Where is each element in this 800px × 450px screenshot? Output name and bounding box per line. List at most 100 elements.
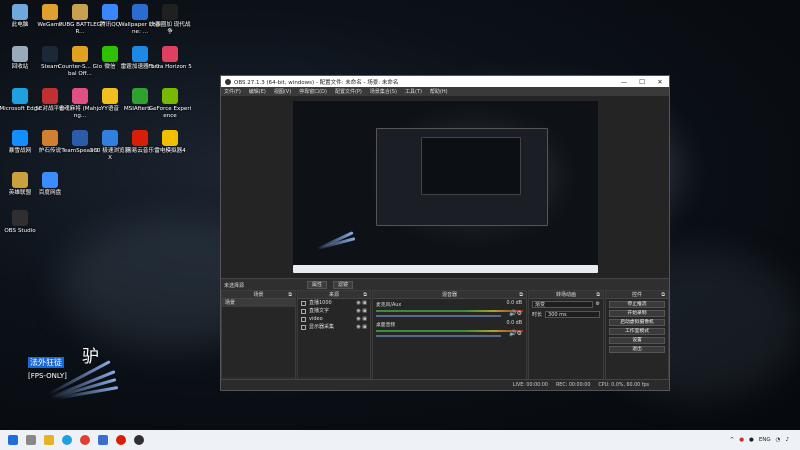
- settings-button[interactable]: 设置: [609, 337, 665, 344]
- mixer-channel: 麦克风/Aux 0.0 dB 🔊⚙: [373, 299, 526, 319]
- desktop-icon[interactable]: 雷电模拟器4: [148, 130, 192, 155]
- volume-slider[interactable]: [376, 315, 501, 317]
- desktop-icon[interactable]: OBS Studio: [0, 210, 42, 235]
- desktop: 此电脑 WeGame PUBG BATTLEGR... 腾讯QQ Wallpaper E…: [0, 0, 800, 430]
- app-icon: [162, 130, 178, 146]
- speaker-gear-icon[interactable]: 🔊⚙: [509, 330, 522, 337]
- desktop-icon-label: Forza Horizon 5: [148, 64, 192, 70]
- source-item[interactable]: 显示器采集 ◉ ▣: [298, 323, 370, 331]
- nested-taskbar: [293, 265, 598, 273]
- volume-slider[interactable]: [376, 335, 501, 337]
- tray-app-icon[interactable]: ●: [749, 437, 754, 443]
- visibility-lock-icon[interactable]: ◉ ▣: [356, 315, 367, 323]
- scene-item-label: 场景: [225, 300, 236, 306]
- network-icon[interactable]: ◔: [776, 437, 781, 443]
- minimize-button[interactable]: —: [615, 78, 633, 86]
- desktop-icon[interactable]: 决赛圈加 现代战争: [148, 4, 192, 35]
- menu-profile[interactable]: 配置文件(P): [335, 88, 362, 95]
- dock-float-icon[interactable]: ⧉: [288, 291, 292, 299]
- duration-label: 时长: [532, 311, 543, 318]
- preview-area[interactable]: [221, 96, 669, 278]
- taskbar: ^ ● ● ENG ◔ ♪: [0, 430, 800, 450]
- mail-icon[interactable]: [98, 435, 108, 445]
- menu-tools[interactable]: 工具(T): [405, 88, 422, 95]
- stop-streaming-button[interactable]: 停止推流: [609, 301, 665, 308]
- app-icon: [12, 46, 28, 62]
- edge-icon[interactable]: [62, 435, 72, 445]
- obs-window[interactable]: OBS 27.1.3 (64-bit, windows) - 配置文件: 未命名…: [220, 75, 670, 391]
- transition-select[interactable]: 渐变: [532, 300, 593, 308]
- overlay-title: 法外狂徒: [28, 357, 64, 368]
- mixer-channel-name: 桌面音频: [376, 323, 396, 328]
- rec-timer: REC: 00:00:00: [555, 382, 591, 388]
- sources-header: 来源: [328, 292, 339, 298]
- file-explorer-icon[interactable]: [44, 435, 54, 445]
- visibility-lock-icon[interactable]: ◉ ▣: [356, 323, 367, 331]
- close-button[interactable]: ✕: [651, 78, 669, 86]
- visibility-lock-icon[interactable]: ◉ ▣: [356, 307, 367, 315]
- chrome-icon[interactable]: [80, 435, 90, 445]
- language-indicator[interactable]: ENG: [759, 437, 771, 443]
- app-icon: [102, 46, 118, 62]
- duration-input[interactable]: 300 ms: [545, 310, 600, 318]
- maximize-button[interactable]: ☐: [633, 78, 651, 86]
- dock-float-icon[interactable]: ⧉: [519, 291, 523, 299]
- menu-docks[interactable]: 停靠窗口(D): [299, 88, 327, 95]
- speaker-gear-icon[interactable]: 🔊⚙: [509, 310, 522, 317]
- source-item[interactable]: 直播文字 ◉ ▣: [298, 307, 370, 315]
- menu-file[interactable]: 文件(F): [224, 88, 241, 95]
- source-toolbar: 未选择源 属性 滤镜: [221, 278, 669, 290]
- app-icon: [12, 130, 28, 146]
- sources-dock: 来源 ⧉ 直播1000 ◉ ▣ 直播文字 ◉ ▣ video ◉ ▣ 显示器采集 ◉ ▣ …: [297, 290, 371, 388]
- filters-button[interactable]: 滤镜: [333, 281, 354, 289]
- app-icon: [72, 46, 88, 62]
- desktop-icon-label: OBS Studio: [4, 228, 36, 234]
- virtual-camera-button[interactable]: 启动虚拟摄像机: [609, 319, 665, 326]
- properties-button[interactable]: 属性: [307, 281, 328, 289]
- start-recording-button[interactable]: 开始录制: [609, 310, 665, 317]
- source-item-label: 直播1000: [309, 300, 332, 306]
- source-item[interactable]: 直播1000 ◉ ▣: [298, 299, 370, 307]
- dock-float-icon[interactable]: ⧉: [363, 291, 367, 299]
- menu-help[interactable]: 帮助(H): [430, 88, 448, 95]
- studio-mode-button[interactable]: 工作室模式: [609, 328, 665, 335]
- mixer-db-value: 0.0 dB: [506, 301, 523, 306]
- source-item[interactable]: video ◉ ▣: [298, 315, 370, 323]
- preview-canvas[interactable]: [293, 101, 598, 273]
- desktop-icon-label: 决赛圈加 现代战争: [149, 22, 191, 35]
- desktop-icon[interactable]: 百度网盘: [28, 172, 72, 197]
- menu-view[interactable]: 视图(V): [274, 88, 291, 95]
- app-icon: [132, 46, 148, 62]
- exit-button[interactable]: 退出: [609, 346, 665, 353]
- obs-icon[interactable]: [134, 435, 144, 445]
- search-icon[interactable]: [26, 435, 36, 445]
- mixer-channel-name: 麦克风/Aux: [376, 303, 402, 308]
- gear-icon[interactable]: ⚙: [596, 301, 600, 307]
- volume-icon[interactable]: ♪: [785, 437, 789, 443]
- live-timer: LIVE: 00:00:00: [512, 382, 548, 388]
- controls-header: 控件: [631, 292, 642, 298]
- desktop-icon-label: 雷电模拟器4: [154, 148, 186, 154]
- netease-music-icon[interactable]: [116, 435, 126, 445]
- source-item-label: 直播文字: [309, 308, 330, 314]
- obs-title: OBS 27.1.3 (64-bit, windows) - 配置文件: 未命名…: [234, 79, 399, 86]
- menu-edit[interactable]: 编辑(E): [249, 88, 266, 95]
- obs-menubar: 文件(F) 编辑(E) 视图(V) 停靠窗口(D) 配置文件(P) 场景集合(S…: [221, 87, 669, 96]
- chevron-up-icon[interactable]: ^: [730, 437, 735, 443]
- app-icon: [72, 88, 88, 104]
- dock-float-icon[interactable]: ⧉: [661, 291, 665, 299]
- scene-item[interactable]: 场景: [222, 299, 295, 307]
- tray-app-icon[interactable]: ●: [739, 437, 744, 443]
- dock-float-icon[interactable]: ⧉: [596, 291, 600, 299]
- app-icon: [42, 172, 58, 188]
- desktop-icon[interactable]: GeForce Experience: [148, 88, 192, 119]
- system-tray: ^ ● ● ENG ◔ ♪: [730, 430, 794, 450]
- desktop-icon[interactable]: Forza Horizon 5: [148, 46, 192, 71]
- visibility-lock-icon[interactable]: ◉ ▣: [356, 299, 367, 307]
- app-icon: [72, 4, 88, 20]
- source-item-label: 显示器采集: [309, 324, 335, 330]
- obs-titlebar[interactable]: OBS 27.1.3 (64-bit, windows) - 配置文件: 未命名…: [221, 76, 669, 87]
- windows-start-icon[interactable]: [8, 435, 18, 445]
- source-type-icon: [301, 308, 306, 314]
- menu-scene-collection[interactable]: 场景集合(S): [370, 88, 397, 95]
